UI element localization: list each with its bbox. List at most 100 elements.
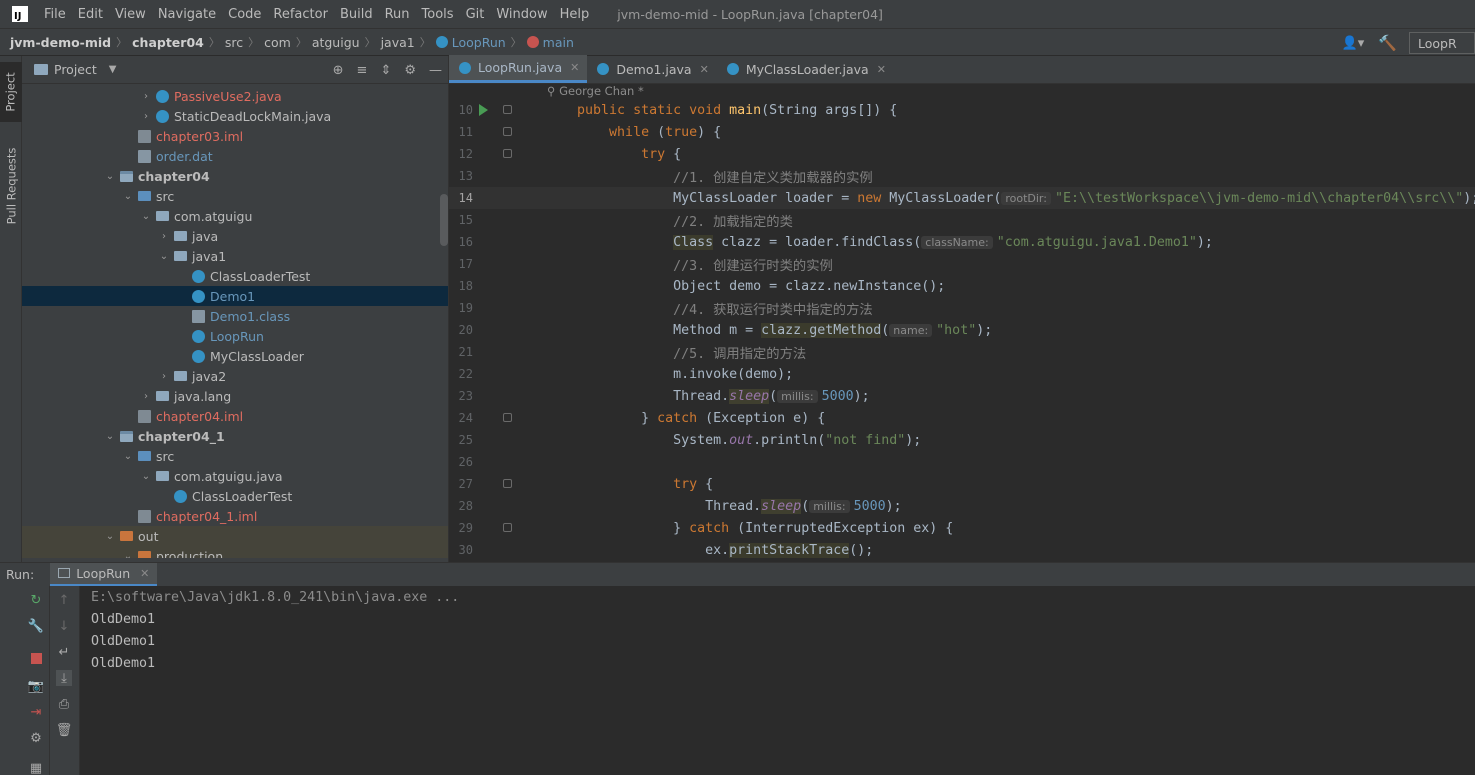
close-icon[interactable]: ✕ (570, 61, 579, 74)
close-icon[interactable]: ✕ (877, 63, 886, 76)
breadcrumb-method[interactable]: main (543, 35, 574, 50)
menu-item-window[interactable]: Window (490, 7, 553, 22)
tree-item[interactable]: Demo1.class (22, 306, 448, 326)
camera-icon[interactable]: 📷 (28, 678, 44, 694)
soft-wrap-icon[interactable]: ↵ (56, 644, 72, 660)
fold-icon[interactable] (503, 105, 512, 114)
tree-item[interactable]: › java2 (22, 366, 448, 386)
code-line[interactable]: 23 Thread. sleep(millis: 5000); (449, 385, 1475, 407)
close-icon[interactable]: ✕ (700, 63, 709, 76)
tree-item[interactable]: ⌄ production (22, 546, 448, 558)
code-line[interactable]: 18 Object demo = clazz.newInstance(); (449, 275, 1475, 297)
code-line[interactable]: 17 //3. 创建运行时类的实例 (449, 253, 1475, 275)
trash-icon[interactable]: 🗑 (56, 722, 73, 738)
run-gutter-icon[interactable] (479, 104, 488, 116)
tree-item[interactable]: ⌄ chapter04_1 (22, 426, 448, 446)
menu-item-file[interactable]: File (38, 7, 72, 22)
menu-item-view[interactable]: View (109, 7, 152, 22)
code-line[interactable]: 16 Class clazz = loader.findClass(classN… (449, 231, 1475, 253)
code-line[interactable]: 27 try { (449, 473, 1475, 495)
menu-item-build[interactable]: Build (334, 7, 379, 22)
code-line[interactable]: 13 //1. 创建自定义类加载器的实例 (449, 165, 1475, 187)
print-icon[interactable]: ⎙ (56, 696, 72, 712)
chevron-down-icon[interactable]: ⌄ (140, 471, 152, 482)
fold-icon[interactable] (503, 479, 512, 488)
tree-item[interactable]: Demo1 (22, 286, 448, 306)
app-logo-icon[interactable]: IJ (12, 6, 28, 22)
chevron-down-icon[interactable]: ⌄ (104, 171, 116, 182)
code-view[interactable]: ⚲ George Chan * 10 public static void ma… (449, 84, 1475, 562)
wrench-icon[interactable]: 🔧 (28, 618, 44, 634)
chevron-down-icon[interactable]: ▼ (109, 64, 117, 75)
project-panel-title[interactable]: Project (54, 62, 97, 77)
chevron-down-icon[interactable]: ⌄ (122, 551, 134, 559)
tree-item[interactable]: order.dat (22, 146, 448, 166)
scroll-up-icon[interactable]: ↑ (56, 592, 72, 608)
chevron-right-icon[interactable]: › (140, 111, 152, 122)
code-line[interactable]: 26 (449, 451, 1475, 473)
tree-item[interactable]: › java.lang (22, 386, 448, 406)
code-line[interactable]: 19 //4. 获取运行时类中指定的方法 (449, 297, 1475, 319)
code-line[interactable]: 15 //2. 加载指定的类 (449, 209, 1475, 231)
menu-item-run[interactable]: Run (379, 7, 416, 22)
run-tab[interactable]: LoopRun ✕ (50, 562, 158, 587)
chevron-down-icon[interactable]: ⌄ (140, 211, 152, 222)
locate-file-icon[interactable]: ⊕ (333, 63, 344, 78)
code-line[interactable]: 24 } catch (Exception e) { (449, 407, 1475, 429)
tree-item[interactable]: › PassiveUse2.java (22, 86, 448, 106)
layout-icon[interactable]: ▦ (28, 760, 44, 775)
tree-item[interactable]: chapter03.iml (22, 126, 448, 146)
menu-item-edit[interactable]: Edit (72, 7, 109, 22)
stop-icon[interactable] (28, 650, 44, 666)
chevron-down-icon[interactable]: ⌄ (158, 251, 170, 262)
code-line[interactable]: 11 while (true) { (449, 121, 1475, 143)
menu-item-git[interactable]: Git (460, 7, 491, 22)
tree-item[interactable]: ⌄ com.atguigu (22, 206, 448, 226)
tree-item[interactable]: ⌄ src (22, 446, 448, 466)
breadcrumb-class[interactable]: LoopRun (452, 35, 506, 50)
code-line[interactable]: 10 public static void main (String args[]… (449, 99, 1475, 121)
menu-item-refactor[interactable]: Refactor (267, 7, 334, 22)
code-line[interactable]: 29 } catch (InterruptedException ex) { (449, 517, 1475, 539)
scroll-down-icon[interactable]: ↓ (56, 618, 72, 634)
tree-item[interactable]: ⌄ chapter04 (22, 166, 448, 186)
tree-item[interactable]: ClassLoaderTest (22, 266, 448, 286)
tree-item[interactable]: ⌄ com.atguigu.java (22, 466, 448, 486)
editor-tab[interactable]: Demo1.java ✕ (587, 55, 716, 83)
breadcrumb-part[interactable]: java1 (381, 35, 415, 50)
run-configuration-selector[interactable]: LoopR (1409, 32, 1475, 54)
close-icon[interactable]: ✕ (140, 567, 149, 580)
user-icon[interactable]: 👤▾ (1342, 36, 1365, 51)
menu-item-navigate[interactable]: Navigate (152, 7, 222, 22)
settings-search-icon[interactable]: ⚙ (28, 730, 44, 746)
tree-item[interactable]: MyClassLoader (22, 346, 448, 366)
chevron-down-icon[interactable]: ⌄ (122, 451, 134, 462)
chevron-right-icon[interactable]: › (158, 371, 170, 382)
code-line[interactable]: 22 m.invoke(demo); (449, 363, 1475, 385)
fold-icon[interactable] (503, 149, 512, 158)
breadcrumb-project[interactable]: jvm-demo-mid (10, 35, 111, 50)
tree-item[interactable]: › java (22, 226, 448, 246)
expand-all-icon[interactable]: ≡ (357, 63, 368, 78)
breadcrumb-part[interactable]: atguigu (312, 35, 360, 50)
tree-item[interactable]: ⌄ java1 (22, 246, 448, 266)
run-console-output[interactable]: E:\software\Java\jdk1.8.0_241\bin\java.e… (80, 586, 1475, 775)
chevron-down-icon[interactable]: ⌄ (104, 431, 116, 442)
tool-tab-project[interactable]: Project (0, 62, 22, 122)
code-line[interactable]: 30 ex. printStackTrace (); (449, 539, 1475, 561)
chevron-down-icon[interactable]: ⌄ (122, 191, 134, 202)
rerun-icon[interactable]: ↻ (28, 592, 44, 608)
chevron-right-icon[interactable]: › (158, 231, 170, 242)
menu-item-help[interactable]: Help (554, 7, 596, 22)
tree-item[interactable]: › StaticDeadLockMain.java (22, 106, 448, 126)
minimize-icon[interactable]: — (429, 63, 442, 78)
fold-icon[interactable] (503, 523, 512, 532)
code-line[interactable]: 14 MyClassLoader loader = new MyClassLoa… (449, 187, 1475, 209)
fold-icon[interactable] (503, 127, 512, 136)
menu-item-tools[interactable]: Tools (416, 7, 460, 22)
tree-item[interactable]: chapter04.iml (22, 406, 448, 426)
editor-tab[interactable]: MyClassLoader.java ✕ (717, 55, 894, 83)
exit-icon[interactable]: ⇥ (28, 704, 44, 720)
code-line[interactable]: 20 Method m = clazz.getMethod(name: "hot"… (449, 319, 1475, 341)
tool-tab-pull-requests[interactable]: Pull Requests (0, 136, 22, 236)
